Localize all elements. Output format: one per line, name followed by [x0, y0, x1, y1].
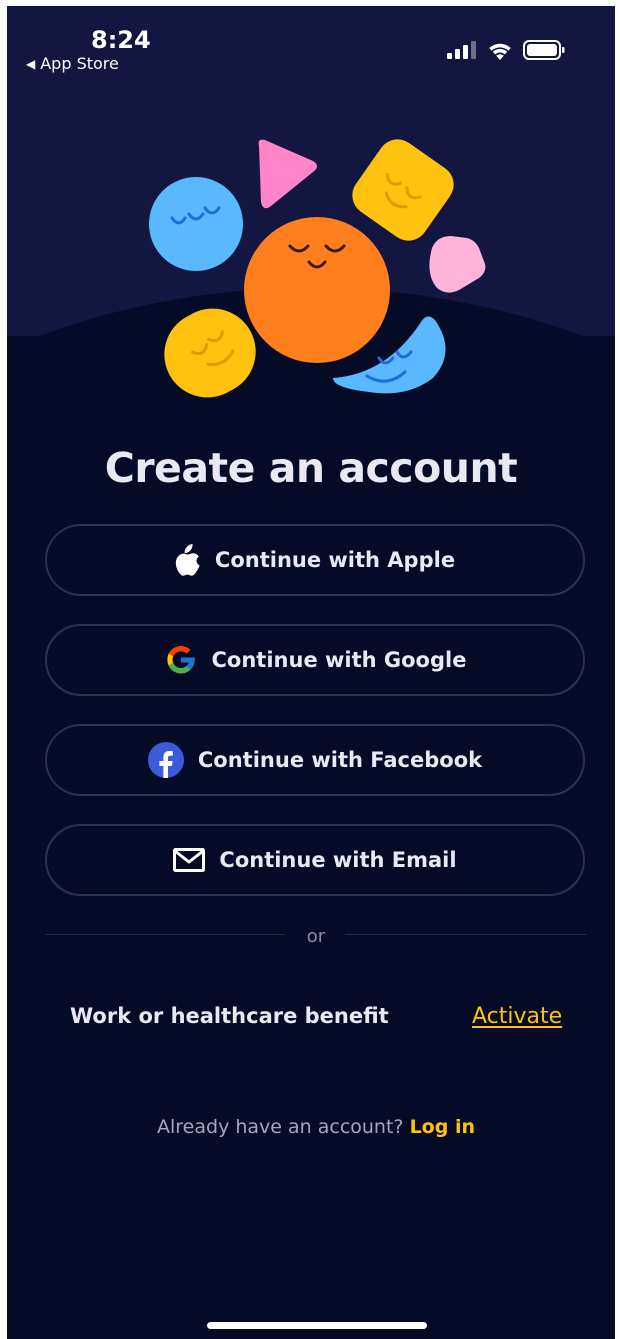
yellow-square-shape	[352, 139, 454, 241]
continue-with-apple-button[interactable]: Continue with Apple	[45, 524, 585, 596]
activate-benefit-link[interactable]: Activate	[472, 1004, 562, 1029]
blue-circle-shape	[149, 177, 243, 271]
pink-triangle-shape	[258, 139, 317, 209]
divider-or-text: or	[306, 926, 326, 947]
continue-with-google-label: Continue with Google	[211, 648, 467, 672]
log-in-link[interactable]: Log in	[410, 1116, 475, 1138]
apple-icon	[175, 544, 201, 576]
divider-line-right	[345, 934, 587, 935]
app-screen: 8:24 ◀ App Store Create an account Conti…	[7, 6, 615, 1339]
continue-with-apple-label: Continue with Apple	[214, 548, 456, 572]
continue-with-email-button[interactable]: Continue with Email	[45, 824, 585, 896]
home-indicator[interactable]	[207, 1322, 427, 1329]
continue-with-google-button[interactable]: Continue with Google	[45, 624, 585, 696]
continue-with-facebook-label: Continue with Facebook	[197, 748, 483, 772]
facebook-icon	[147, 742, 184, 778]
page-title: Create an account	[104, 444, 518, 492]
google-icon	[164, 643, 198, 677]
smiling-shapes-illustration	[149, 139, 486, 398]
pink-gem-shape	[429, 236, 486, 293]
orange-circle-character	[244, 217, 390, 363]
login-prompt-text: Already have an account?	[157, 1116, 404, 1138]
login-prompt-row: Already have an account? Log in	[7, 1116, 615, 1138]
continue-with-facebook-button[interactable]: Continue with Facebook	[45, 724, 585, 796]
work-healthcare-benefit-label: Work or healthcare benefit	[70, 1004, 389, 1028]
envelope-icon	[173, 848, 206, 872]
continue-with-email-label: Continue with Email	[219, 848, 457, 872]
